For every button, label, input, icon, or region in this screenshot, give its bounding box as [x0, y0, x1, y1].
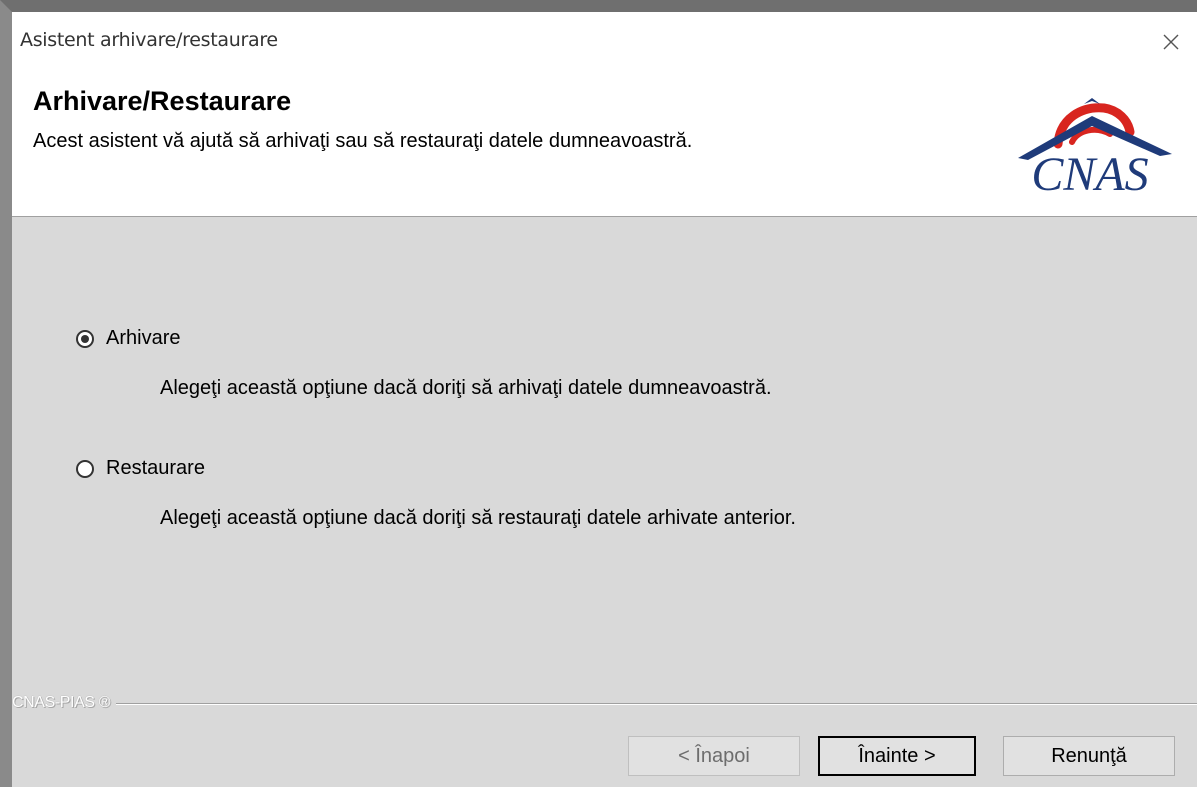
page-subtitle: Acest asistent vă ajută să arhivaţi sau … — [33, 130, 693, 152]
option-restaurare[interactable]: Restaurare — [76, 457, 205, 480]
option-arhivare-label[interactable]: Arhivare — [106, 327, 180, 350]
footer-rule — [12, 703, 1197, 705]
next-button[interactable]: Înainte > — [818, 736, 976, 776]
radio-selected-dot — [81, 334, 89, 343]
close-icon — [1163, 34, 1179, 50]
footer-separator: CNAS-PIAS ® — [12, 694, 1197, 714]
option-restaurare-description: Alegeţi această opţiune dacă doriţi să r… — [160, 507, 796, 529]
wizard-header: Arhivare/Restaurare Acest asistent vă aj… — [12, 74, 1197, 217]
cnas-logo: CNAS — [1018, 98, 1172, 194]
footer-brand: CNAS-PIAS ® — [12, 694, 117, 712]
back-button[interactable]: < Înapoi — [628, 736, 800, 776]
title-bar: Asistent arhivare/restaurare — [12, 12, 1197, 74]
page-title: Arhivare/Restaurare — [33, 86, 292, 116]
restaurare-radio[interactable] — [76, 459, 94, 478]
cancel-button[interactable]: Renunţă — [1003, 736, 1175, 776]
option-arhivare[interactable]: Arhivare — [76, 327, 180, 350]
arhivare-radio[interactable] — [76, 329, 94, 348]
window-title: Asistent arhivare/restaurare — [20, 29, 278, 51]
logo-text: CNAS — [1031, 148, 1148, 194]
option-restaurare-label[interactable]: Restaurare — [106, 457, 205, 480]
close-button[interactable] — [1145, 22, 1197, 62]
wizard-content: Arhivare Alegeţi această opţiune dacă do… — [12, 217, 1197, 687]
wizard-window: Asistent arhivare/restaurare Arhivare/Re… — [0, 0, 1197, 787]
option-arhivare-description: Alegeţi această opţiune dacă doriţi să a… — [160, 377, 772, 399]
